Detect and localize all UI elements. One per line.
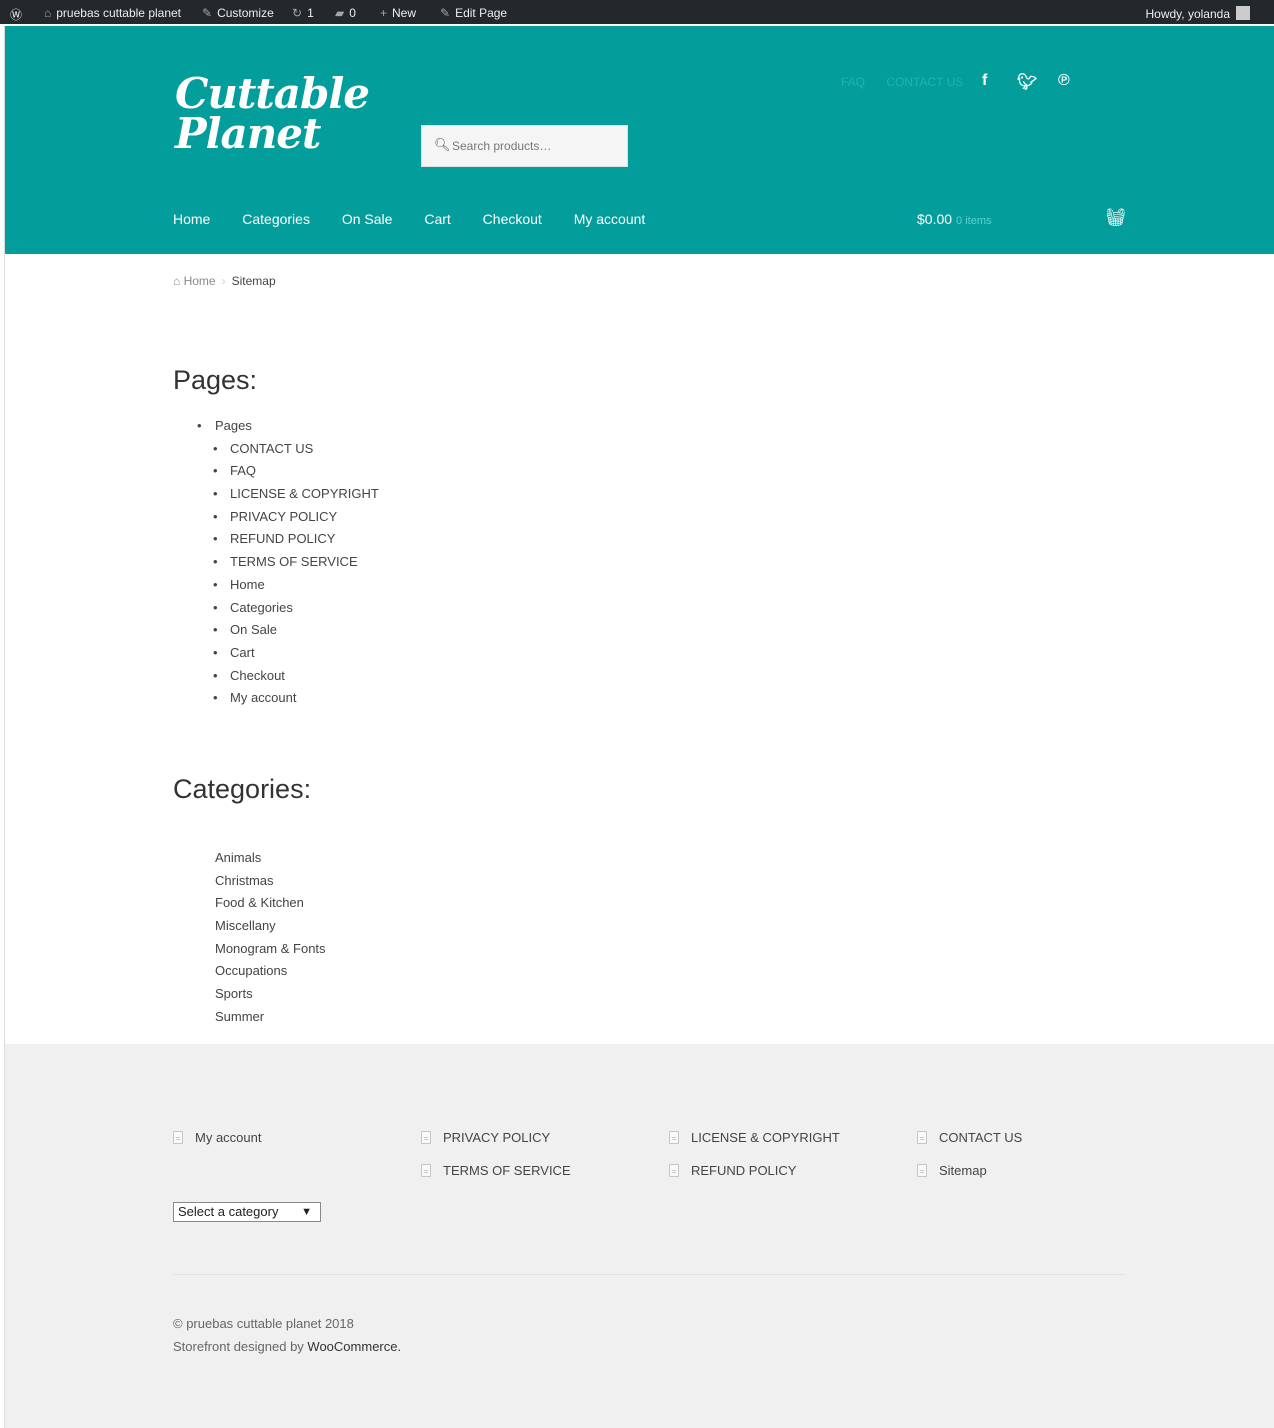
list-item[interactable]: REFUND POLICY — [197, 528, 379, 551]
pages-heading: Pages: — [173, 365, 258, 395]
admin-bar-updates[interactable]: ↻ 1 — [292, 6, 314, 20]
brush-icon: ✎ — [202, 6, 213, 20]
list-item: Pages — [197, 415, 379, 438]
admin-bar: Ⓦ ⌂ pruebas cuttable planet ✎ Customize ↻ 1… — [0, 0, 1274, 26]
list-item[interactable]: FAQ — [197, 460, 379, 483]
footer-link-privacy-policy[interactable]: PRIVACY POLICY — [421, 1130, 550, 1145]
primary-nav: Home Categories On Sale Cart Checkout My… — [173, 211, 673, 227]
admin-bar-new[interactable]: + New — [380, 6, 416, 20]
plus-icon: + — [380, 6, 388, 20]
categories-list: Animals Christmas Food & Kitchen Miscell… — [215, 847, 326, 1029]
document-icon — [421, 1164, 431, 1177]
home-icon: ⌂ — [173, 274, 181, 288]
theme-credit: Storefront designed by WooCommerce. — [173, 1339, 402, 1354]
secondary-nav-faq[interactable]: FAQ — [841, 75, 865, 89]
admin-bar-customize[interactable]: ✎ Customize — [202, 6, 274, 20]
secondary-nav: FAQ CONTACT US — [841, 75, 981, 89]
list-item[interactable]: Animals — [215, 847, 326, 870]
search-input[interactable] — [452, 136, 622, 156]
document-icon — [173, 1131, 183, 1144]
wordpress-logo-icon[interactable]: Ⓦ — [10, 6, 22, 23]
document-icon — [917, 1131, 927, 1144]
breadcrumb-current: Sitemap — [231, 274, 276, 288]
admin-bar-edit-page[interactable]: ✎ Edit Page — [440, 6, 507, 20]
home-icon: ⌂ — [44, 6, 52, 20]
list-item[interactable]: CONTACT US — [197, 438, 379, 461]
woocommerce-link[interactable]: WooCommerce. — [307, 1339, 401, 1354]
list-item[interactable]: Checkout — [197, 665, 379, 688]
document-icon — [421, 1131, 431, 1144]
header-cart[interactable]: $0.00 0 items — [917, 211, 992, 227]
list-item[interactable]: Occupations — [215, 960, 326, 983]
document-icon — [917, 1164, 927, 1177]
list-item[interactable]: Sports — [215, 983, 326, 1006]
list-item[interactable]: PRIVACY POLICY — [197, 506, 379, 529]
admin-bar-site-link[interactable]: ⌂ pruebas cuttable planet — [44, 6, 181, 20]
pinterest-icon[interactable]: ℗ — [1058, 72, 1070, 90]
categories-heading: Categories: — [173, 774, 312, 804]
footer-link-my-account[interactable]: My account — [173, 1130, 261, 1145]
list-item[interactable]: Cart — [197, 642, 379, 665]
cart-amount: $0.00 — [917, 211, 953, 227]
category-select[interactable]: Select a category ▼ — [173, 1202, 321, 1222]
list-item[interactable]: Food & Kitchen — [215, 892, 326, 915]
list-item[interactable]: Categories — [197, 597, 379, 620]
nav-my-account[interactable]: My account — [574, 211, 646, 227]
nav-categories[interactable]: Categories — [242, 211, 310, 227]
list-item[interactable]: Miscellany — [215, 915, 326, 938]
list-item[interactable]: Christmas — [215, 870, 326, 893]
list-item[interactable]: My account — [197, 687, 379, 710]
footer-link-refund-policy[interactable]: REFUND POLICY — [669, 1163, 796, 1178]
admin-bar-account[interactable]: Howdy, yolanda — [1146, 6, 1250, 21]
list-item[interactable]: On Sale — [197, 619, 379, 642]
cart-count: 0 items — [956, 215, 992, 227]
site-logo[interactable]: Cuttable Planet — [175, 73, 370, 155]
nav-checkout[interactable]: Checkout — [483, 211, 542, 227]
nav-cart[interactable]: Cart — [424, 211, 450, 227]
site-footer — [5, 1044, 1274, 1428]
footer-link-contact-us[interactable]: CONTACT US — [917, 1130, 1022, 1145]
site-header: Cuttable Planet 🔍︎ FAQ CONTACT US f 🐦︎ ℗… — [5, 26, 1274, 254]
list-item[interactable]: Home — [197, 574, 379, 597]
list-item[interactable]: TERMS OF SERVICE — [197, 551, 379, 574]
product-search: 🔍︎ — [421, 125, 628, 167]
dropdown-arrow-icon: ▼ — [301, 1206, 312, 1218]
nav-home[interactable]: Home — [173, 211, 210, 227]
list-item[interactable]: Summer — [215, 1006, 326, 1029]
page-frame: Cuttable Planet 🔍︎ FAQ CONTACT US f 🐦︎ ℗… — [4, 26, 1274, 1428]
breadcrumb-home[interactable]: ⌂ Home — [173, 274, 216, 288]
breadcrumb-separator: › — [221, 274, 226, 288]
list-item[interactable]: LICENSE & COPYRIGHT — [197, 483, 379, 506]
footer-link-sitemap[interactable]: Sitemap — [917, 1163, 987, 1178]
updates-icon: ↻ — [292, 6, 303, 20]
breadcrumb: ⌂ Home › Sitemap — [173, 274, 276, 288]
secondary-nav-contact[interactable]: CONTACT US — [886, 75, 963, 89]
copyright-text: © pruebas cuttable planet 2018 — [173, 1316, 354, 1331]
footer-divider — [173, 1274, 1125, 1275]
basket-icon[interactable]: 🧺︎ — [1105, 208, 1127, 228]
avatar — [1236, 6, 1250, 20]
document-icon — [669, 1131, 679, 1144]
list-item[interactable]: Monogram & Fonts — [215, 938, 326, 961]
footer-link-terms-of-service[interactable]: TERMS OF SERVICE — [421, 1163, 571, 1178]
pages-list: Pages CONTACT US FAQ LICENSE & COPYRIGHT… — [197, 415, 379, 710]
footer-link-license-copyright[interactable]: LICENSE & COPYRIGHT — [669, 1130, 840, 1145]
twitter-icon[interactable]: 🐦︎ — [1017, 72, 1037, 92]
comment-icon: ▰ — [335, 6, 345, 20]
admin-bar-comments[interactable]: ▰ 0 — [335, 6, 356, 20]
pencil-icon: ✎ — [440, 6, 451, 20]
nav-on-sale[interactable]: On Sale — [342, 211, 393, 227]
document-icon — [669, 1164, 679, 1177]
search-icon[interactable]: 🔍︎ — [434, 137, 451, 153]
facebook-icon[interactable]: f — [982, 72, 987, 90]
